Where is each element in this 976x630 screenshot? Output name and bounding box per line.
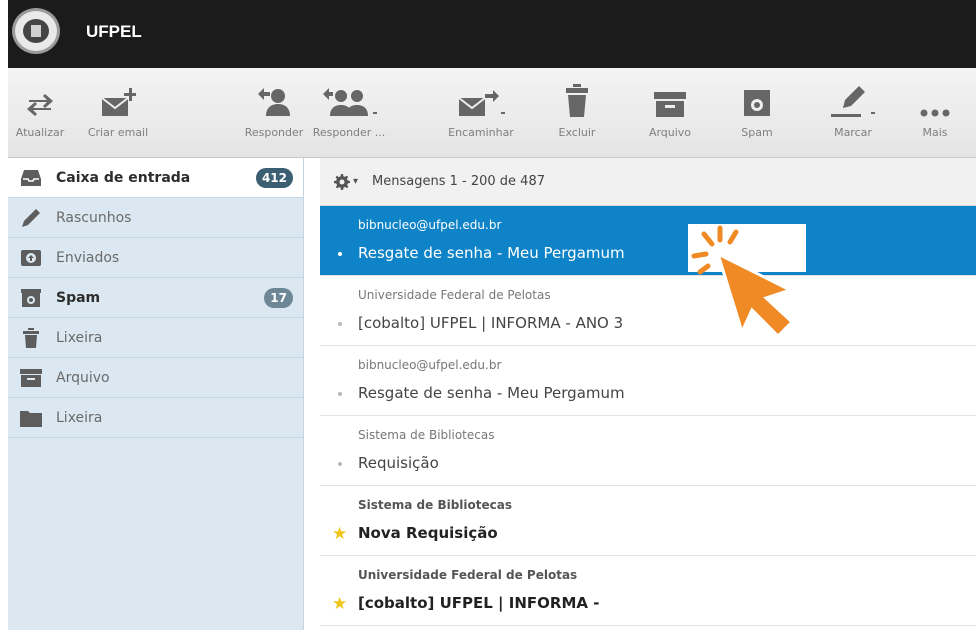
forward-button[interactable]: Encaminhar	[444, 72, 518, 139]
inbox-icon	[20, 168, 42, 188]
chevron-down-icon: ▾	[353, 176, 359, 187]
mark-button[interactable]: Marcar	[820, 72, 886, 139]
trash-icon	[550, 72, 604, 118]
message-sender: Universidade Federal de Pelotas	[358, 288, 551, 302]
more-icon	[912, 72, 958, 118]
folder-spam[interactable]: Spam 17	[8, 278, 303, 318]
reply-all-icon	[312, 72, 386, 118]
folder-archive[interactable]: Arquivo	[8, 358, 303, 398]
folder-inbox[interactable]: Caixa de entrada 412	[8, 158, 303, 198]
folder-drafts[interactable]: Rascunhos	[8, 198, 303, 238]
compose-button[interactable]: Criar email	[80, 72, 156, 139]
message-sender: bibnucleo@ufpel.edu.br	[358, 218, 502, 232]
mark-icon	[820, 72, 886, 118]
sent-icon	[20, 248, 42, 268]
message-row[interactable]: Sistema de Bibliotecas ★ Nova Requisição	[320, 486, 976, 556]
forward-icon	[444, 72, 518, 118]
archive-icon	[20, 368, 42, 388]
pencil-icon	[20, 208, 42, 228]
top-bar: UFPEL	[0, 0, 976, 68]
read-dot-icon	[338, 392, 342, 396]
refresh-icon	[10, 72, 70, 118]
read-dot-icon	[338, 252, 342, 256]
trash-icon	[20, 327, 42, 348]
message-subject: Resgate de senha - Meu Pergamum	[358, 384, 625, 402]
message-sender: bibnucleo@ufpel.edu.br	[358, 358, 502, 372]
message-row[interactable]: Sistema de Bibliotecas Requisição	[320, 416, 976, 486]
message-row[interactable]: bibnucleo@ufpel.edu.br Resgate de senha …	[320, 346, 976, 416]
folder-sidebar: Caixa de entrada 412 Rascunhos Enviados …	[8, 158, 304, 630]
folder-trash-2[interactable]: Lixeira	[8, 398, 303, 438]
university-logo	[12, 8, 60, 54]
message-list: ▾ Mensagens 1 - 200 de 487 bibnucleo@ufp…	[320, 158, 976, 630]
message-count: Mensagens 1 - 200 de 487	[372, 174, 545, 189]
message-subject: Requisição	[358, 454, 439, 472]
read-dot-icon	[338, 322, 342, 326]
message-subject: Resgate de senha - Meu Pergamum	[358, 244, 625, 262]
list-options-button[interactable]: ▾	[334, 173, 359, 190]
inbox-unread-badge: 412	[255, 168, 293, 188]
star-icon[interactable]: ★	[332, 594, 347, 614]
message-subject: [cobalto] UFPEL | INFORMA -	[358, 594, 600, 612]
message-subject: [cobalto] UFPEL | INFORMA - ANO 3	[358, 314, 624, 332]
message-row[interactable]: bibnucleo@ufpel.edu.br Resgate de senha …	[320, 206, 976, 276]
spam-button[interactable]: Spam	[732, 72, 782, 139]
star-icon[interactable]: ★	[332, 524, 347, 544]
folder-trash[interactable]: Lixeira	[8, 318, 303, 358]
toolbar: Atualizar Criar email Responder Responde…	[8, 68, 976, 158]
archive-button[interactable]: Arquivo	[640, 72, 700, 139]
message-row[interactable]: Universidade Federal de Pelotas ★ [cobal…	[320, 556, 976, 626]
message-subject: Nova Requisição	[358, 524, 498, 542]
message-sender: Sistema de Bibliotecas	[358, 428, 495, 442]
brand-title: UFPEL	[86, 22, 142, 41]
message-sender: Universidade Federal de Pelotas	[358, 568, 578, 582]
reply-icon	[242, 72, 306, 118]
message-row[interactable]: Universidade Federal de Pelotas [cobalto…	[320, 276, 976, 346]
delete-button[interactable]: Excluir	[550, 72, 604, 139]
click-pointer-icon	[688, 224, 806, 339]
more-button[interactable]: Mais	[912, 72, 958, 139]
reply-button[interactable]: Responder	[242, 72, 306, 139]
spam-unread-badge: 17	[264, 288, 293, 308]
compose-icon	[80, 72, 156, 118]
archive-icon	[640, 72, 700, 118]
folder-sent[interactable]: Enviados	[8, 238, 303, 278]
message-sender: Sistema de Bibliotecas	[358, 498, 513, 512]
message-list-header: ▾ Mensagens 1 - 200 de 487	[320, 158, 976, 206]
reply-all-button[interactable]: Responder ...	[312, 72, 386, 139]
spam-icon	[20, 288, 42, 308]
gear-icon	[334, 173, 350, 190]
read-dot-icon	[338, 462, 342, 466]
spam-icon	[732, 72, 782, 118]
refresh-button[interactable]: Atualizar	[10, 72, 70, 139]
folder-icon	[20, 408, 42, 428]
